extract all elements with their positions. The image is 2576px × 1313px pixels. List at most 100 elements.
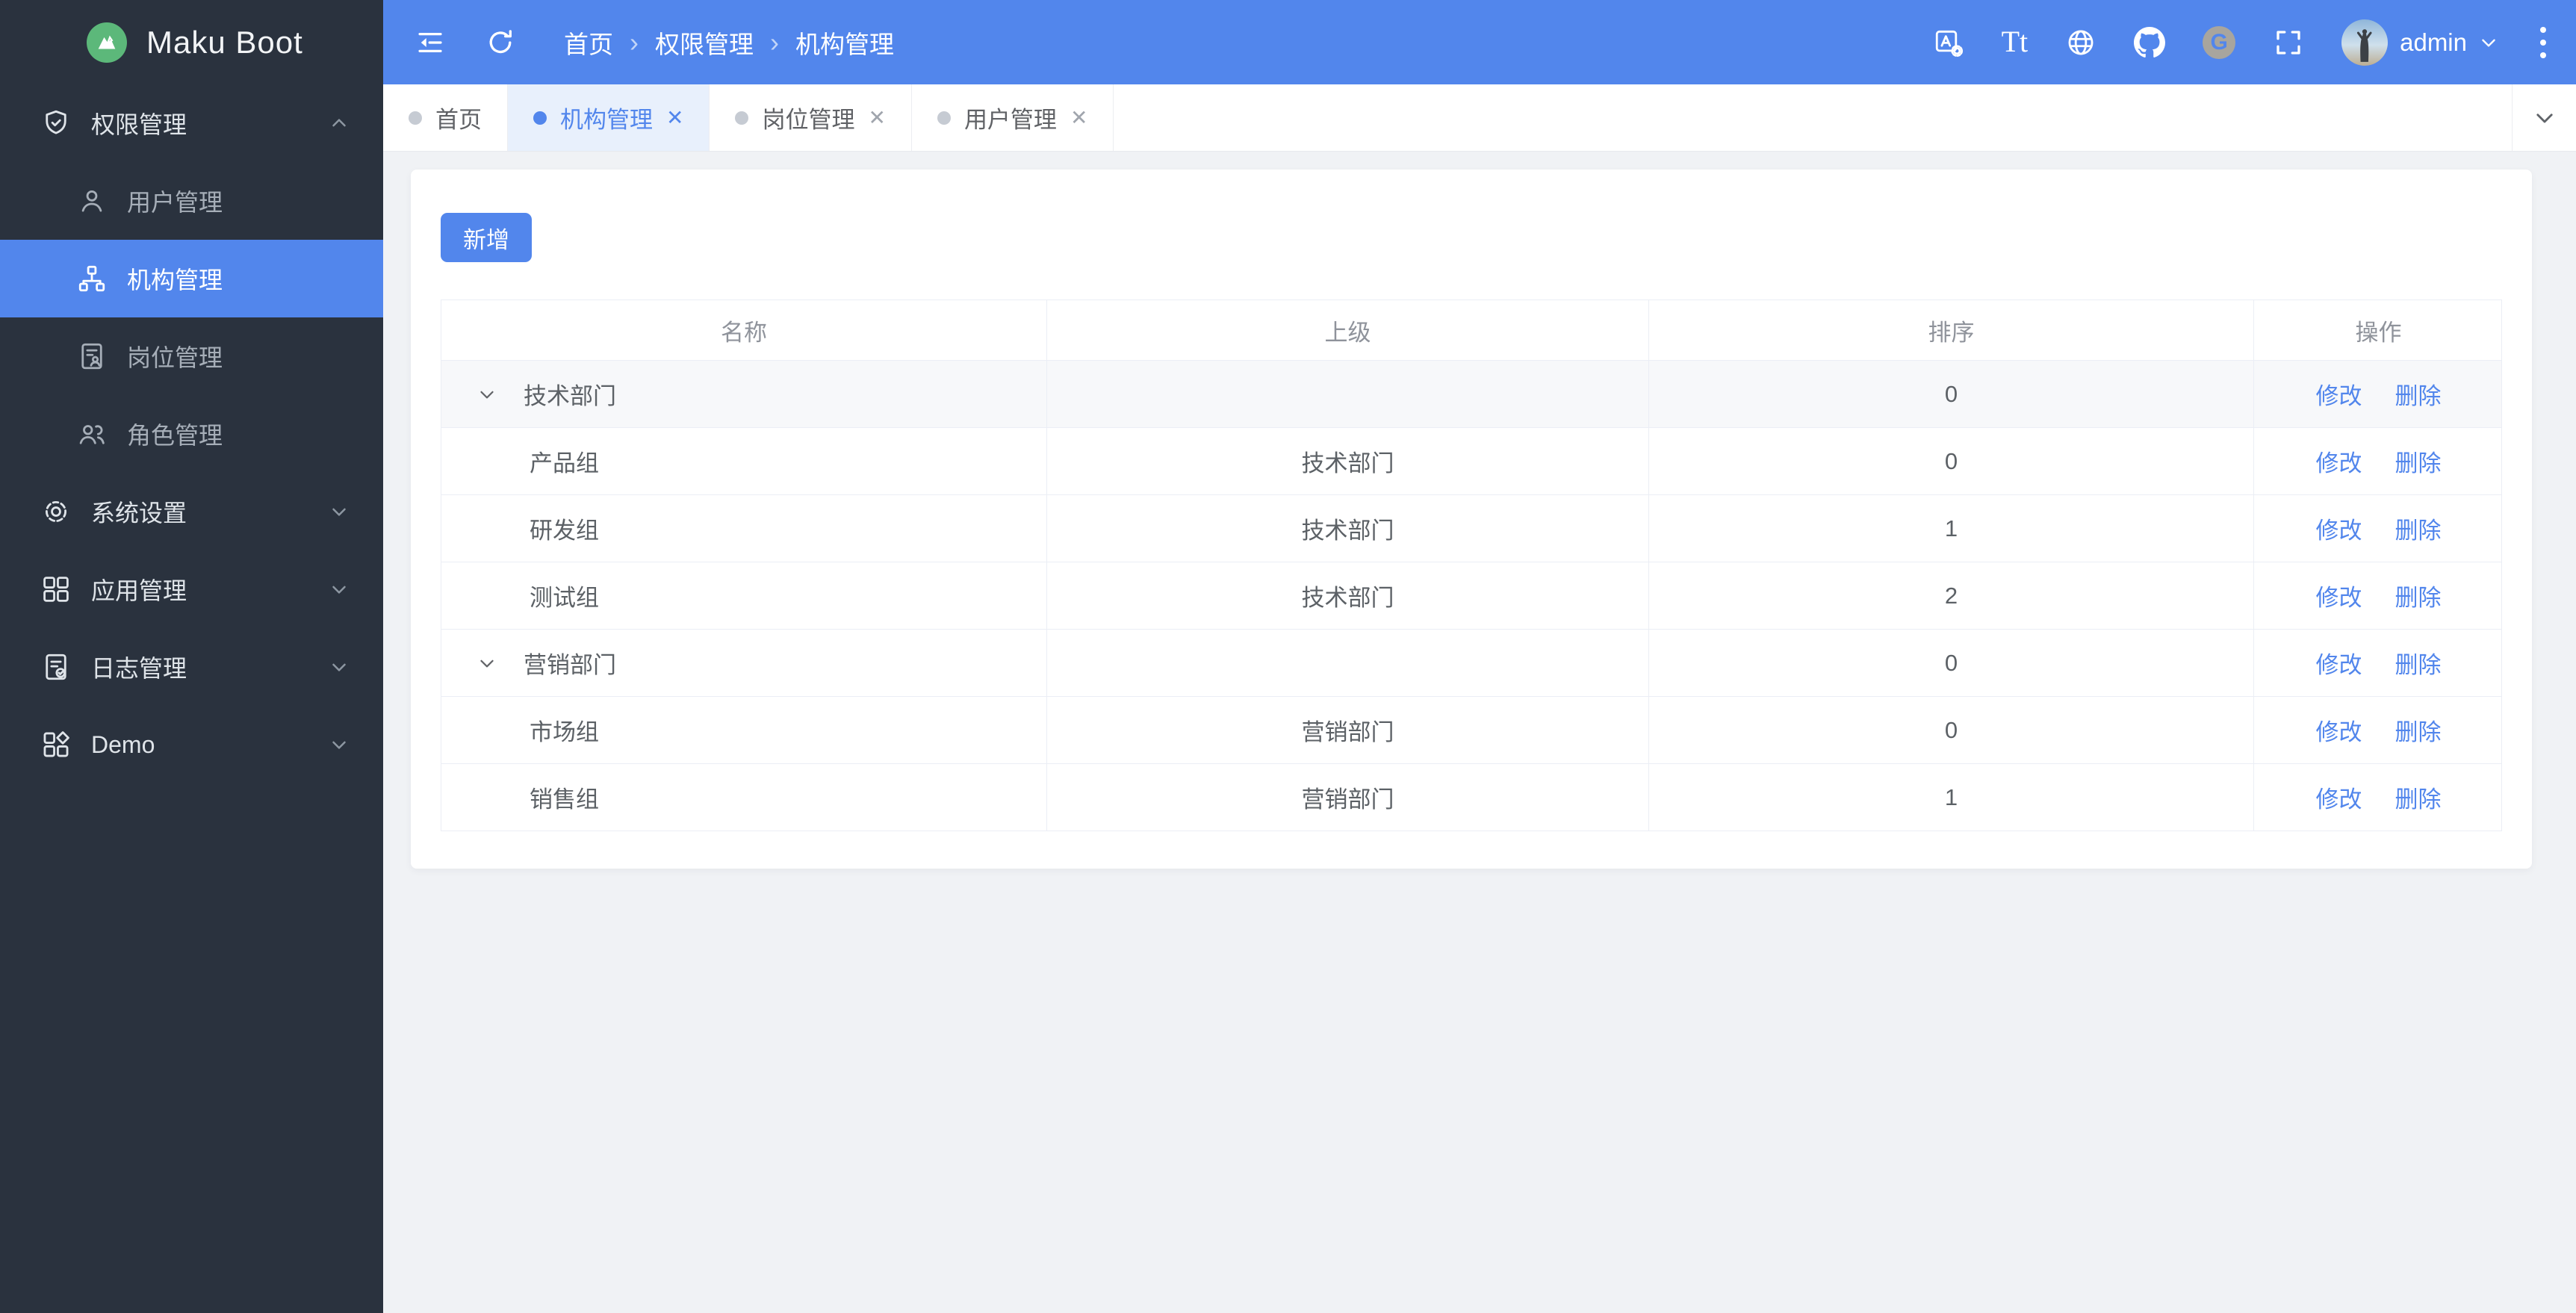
sidebar-item-users[interactable]: 用户管理 [0,162,383,240]
edit-link[interactable]: 修改 [2316,444,2362,478]
column-header-sort: 排序 [1648,300,2253,360]
edit-link[interactable]: 修改 [2316,780,2362,814]
name-cell: 研发组 [441,495,1046,562]
sidebar: Maku Boot 权限管理 用户管理 机构管理 岗位管理 角色管理 系统设置 … [0,0,383,1313]
edit-link[interactable]: 修改 [2316,579,2362,612]
column-header-name: 名称 [721,319,767,346]
tab[interactable]: 用户管理 ✕ [912,84,1114,151]
edit-link[interactable]: 修改 [2316,512,2362,545]
app-logo[interactable]: Maku Boot [0,0,383,84]
sidebar-group-system[interactable]: 系统设置 [0,473,383,550]
sidebar-item-label: 用户管理 [127,189,223,216]
breadcrumb-separator-icon: › [630,26,639,58]
github-icon[interactable] [2134,26,2166,58]
sidebar-group-apps[interactable]: 应用管理 [0,550,383,628]
actions-cell: 修改 删除 [2253,428,2503,494]
org-management-card: 新增 名称 上级 排序 操作 技术部门 0 修改 删除 产品组 技术部门 0 修… [411,170,2532,869]
actions-cell: 修改 删除 [2253,361,2503,427]
breadcrumb: 首页 › 权限管理 › 机构管理 [564,25,894,60]
column-header-parent: 上级 [1046,300,1648,360]
gitee-icon[interactable]: G [2203,25,2236,59]
tab-label: 首页 [435,107,482,133]
sidebar-item-label: 系统设置 [91,500,187,527]
sidebar-item-posts[interactable]: 岗位管理 [0,317,383,395]
breadcrumb-item[interactable]: 权限管理 [655,25,754,60]
actions-cell: 修改 删除 [2253,562,2503,629]
parent-cell [1046,630,1648,696]
expand-chevron-icon[interactable] [476,652,498,674]
sidebar-group-permissions[interactable]: 权限管理 [0,84,383,162]
org-name: 测试组 [530,585,599,611]
sort-cell: 2 [1648,562,2253,629]
sidebar-item-label: 机构管理 [127,267,223,294]
shield-check-icon [40,108,72,139]
breadcrumb-item[interactable]: 首页 [564,25,613,60]
actions-cell: 修改 删除 [2253,630,2503,696]
expand-chevron-icon[interactable] [476,383,498,406]
chevron-down-icon [328,500,350,523]
language-settings-icon[interactable] [1933,27,1964,58]
tab-dot-icon [409,111,422,125]
name-cell: 营销部门 [441,630,1046,696]
sidebar-group-logs[interactable]: 日志管理 [0,628,383,706]
sidebar-item-org[interactable]: 机构管理 [0,240,383,317]
table-row: 销售组 营销部门 1 修改 删除 [441,763,2501,831]
sort-cell: 1 [1648,495,2253,562]
refresh-icon[interactable] [485,27,516,58]
more-menu-icon[interactable] [2536,24,2551,61]
delete-link[interactable]: 删除 [2395,377,2442,411]
sidebar-item-roles[interactable]: 角色管理 [0,395,383,473]
delete-link[interactable]: 删除 [2395,512,2442,545]
org-table: 名称 上级 排序 操作 技术部门 0 修改 删除 产品组 技术部门 0 修改 删… [441,299,2502,831]
tab-close-icon[interactable]: ✕ [868,107,885,128]
parent-cell: 营销部门 [1046,764,1648,831]
org-name: 技术部门 [524,383,616,409]
globe-icon[interactable] [2065,27,2097,58]
sidebar-menu: 权限管理 用户管理 机构管理 岗位管理 角色管理 系统设置 应用管理 日志管理 … [0,84,383,783]
sort-cell: 0 [1648,630,2253,696]
tab[interactable]: 机构管理 ✕ [508,84,710,151]
table-header-row: 名称 上级 排序 操作 [441,300,2501,360]
tab-label: 岗位管理 [762,107,855,133]
chevron-up-icon [328,112,350,134]
sort-cell: 0 [1648,361,2253,427]
parent-cell: 技术部门 [1046,495,1648,562]
sidebar-group-demo[interactable]: Demo [0,706,383,783]
sidebar-item-label: Demo [91,730,155,758]
parent-cell: 营销部门 [1046,697,1648,763]
name-cell: 市场组 [441,697,1046,763]
tab-close-icon[interactable]: ✕ [666,107,683,128]
column-header-actions: 操作 [2253,300,2503,360]
user-menu[interactable]: admin [2341,19,2498,66]
delete-link[interactable]: 删除 [2395,780,2442,814]
tabs-overflow-button[interactable] [2512,84,2576,151]
edit-link[interactable]: 修改 [2316,377,2362,411]
edit-link[interactable]: 修改 [2316,713,2362,747]
table-row: 产品组 技术部门 0 修改 删除 [441,427,2501,494]
sort-cell: 0 [1648,697,2253,763]
edit-link[interactable]: 修改 [2316,646,2362,680]
tab-dot-icon [937,111,951,125]
add-button[interactable]: 新增 [441,213,532,262]
app-title: Maku Boot [146,24,303,60]
tab-label: 用户管理 [963,107,1057,133]
org-name: 研发组 [530,518,599,544]
actions-cell: 修改 删除 [2253,697,2503,763]
username: admin [2400,28,2467,56]
delete-link[interactable]: 删除 [2395,579,2442,612]
open-tabs: 首页 机构管理 ✕ 岗位管理 ✕ 用户管理 ✕ [383,84,1114,151]
fullscreen-icon[interactable] [2273,27,2304,58]
log-document-icon [40,651,72,683]
table-row: 技术部门 0 修改 删除 [441,360,2501,427]
tab[interactable]: 首页 [383,84,508,151]
sidebar-item-label: 应用管理 [91,577,187,604]
tab-dot-icon [735,111,749,125]
name-cell: 销售组 [441,764,1046,831]
delete-link[interactable]: 删除 [2395,444,2442,478]
font-size-icon[interactable]: Tt [2002,26,2029,58]
delete-link[interactable]: 删除 [2395,713,2442,747]
collapse-sidebar-icon[interactable] [415,27,446,58]
delete-link[interactable]: 删除 [2395,646,2442,680]
tab-close-icon[interactable]: ✕ [1070,107,1087,128]
tab[interactable]: 岗位管理 ✕ [710,84,912,151]
